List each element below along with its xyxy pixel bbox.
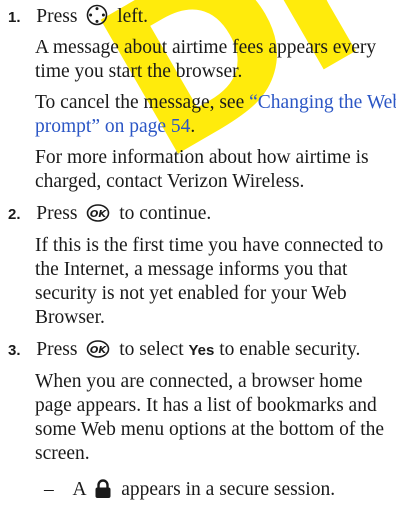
step-2: 2. Press OK to continue. [8, 202, 211, 227]
step-2-para-1-line-3: security is not yet enabled for your Web [35, 283, 347, 304]
step-2-press: Press [36, 203, 78, 224]
step-1-para-3-line-2: charged, contact Verizon Wireless. [35, 171, 305, 192]
bullet-article: A [72, 479, 86, 500]
ok-key-icon: OK [87, 340, 110, 358]
ok-key-icon: OK [87, 204, 110, 222]
step-2-number: 2. [8, 206, 21, 223]
step-1-para-2-line-2: prompt” on page 54. [35, 116, 196, 137]
step-3-press: Press [36, 339, 78, 360]
step-1-press: Press [36, 6, 78, 27]
page-54-link[interactable]: prompt” on page 54 [35, 116, 190, 137]
step-2-para-1-line-1: If this is the first time you have conne… [35, 235, 384, 256]
bullet-item: – A appears in a secure session. [44, 478, 335, 502]
changing-web-prompt-link[interactable]: “Changing the Web [249, 92, 396, 113]
step-3: 3. Press OK to select Yes to enable secu… [8, 338, 360, 363]
step-3-para-1-line-1: When you are connected, a browser home [35, 371, 363, 392]
step-2-para-1-line-2: the Internet, a message informs you that [35, 259, 348, 280]
step-3-para-1-line-3: some Web menu options at the bottom of t… [35, 419, 385, 440]
svg-text:OK: OK [90, 345, 108, 356]
navigation-key-icon [87, 4, 108, 26]
yes-softkey-label: Yes [188, 342, 215, 359]
step-1-para-2-line-1: To cancel the message, see “Changing the… [35, 91, 396, 115]
step-2-action: to continue. [119, 203, 212, 224]
step-1: 1. Press left. [8, 4, 148, 30]
step-3-number: 3. [8, 342, 21, 359]
step-1-para-3-line-1: For more information about how airtime i… [35, 147, 369, 168]
step-1-para-1-line-2: time you start the browser. [35, 61, 243, 82]
svg-text:OK: OK [90, 209, 108, 220]
step-3-action-pre: to select [119, 339, 184, 360]
manual-page: Dr 1. Press left. A message about airtim… [0, 0, 396, 514]
bullet-text: appears in a secure session. [121, 479, 336, 500]
step-3-action-post: to enable security. [219, 339, 361, 360]
bullet-dash: – [44, 479, 54, 500]
step-1-para-1-line-1: A message about airtime fees appears eve… [35, 37, 377, 58]
lock-icon [95, 479, 111, 498]
step-3-para-1-line-2: page appears. It has a list of bookmarks… [35, 395, 377, 416]
step-1-action: left. [117, 6, 149, 27]
step-2-para-1-line-4: Browser. [35, 307, 105, 328]
step-1-number: 1. [8, 9, 21, 26]
step-3-para-1-line-4: screen. [35, 443, 90, 464]
